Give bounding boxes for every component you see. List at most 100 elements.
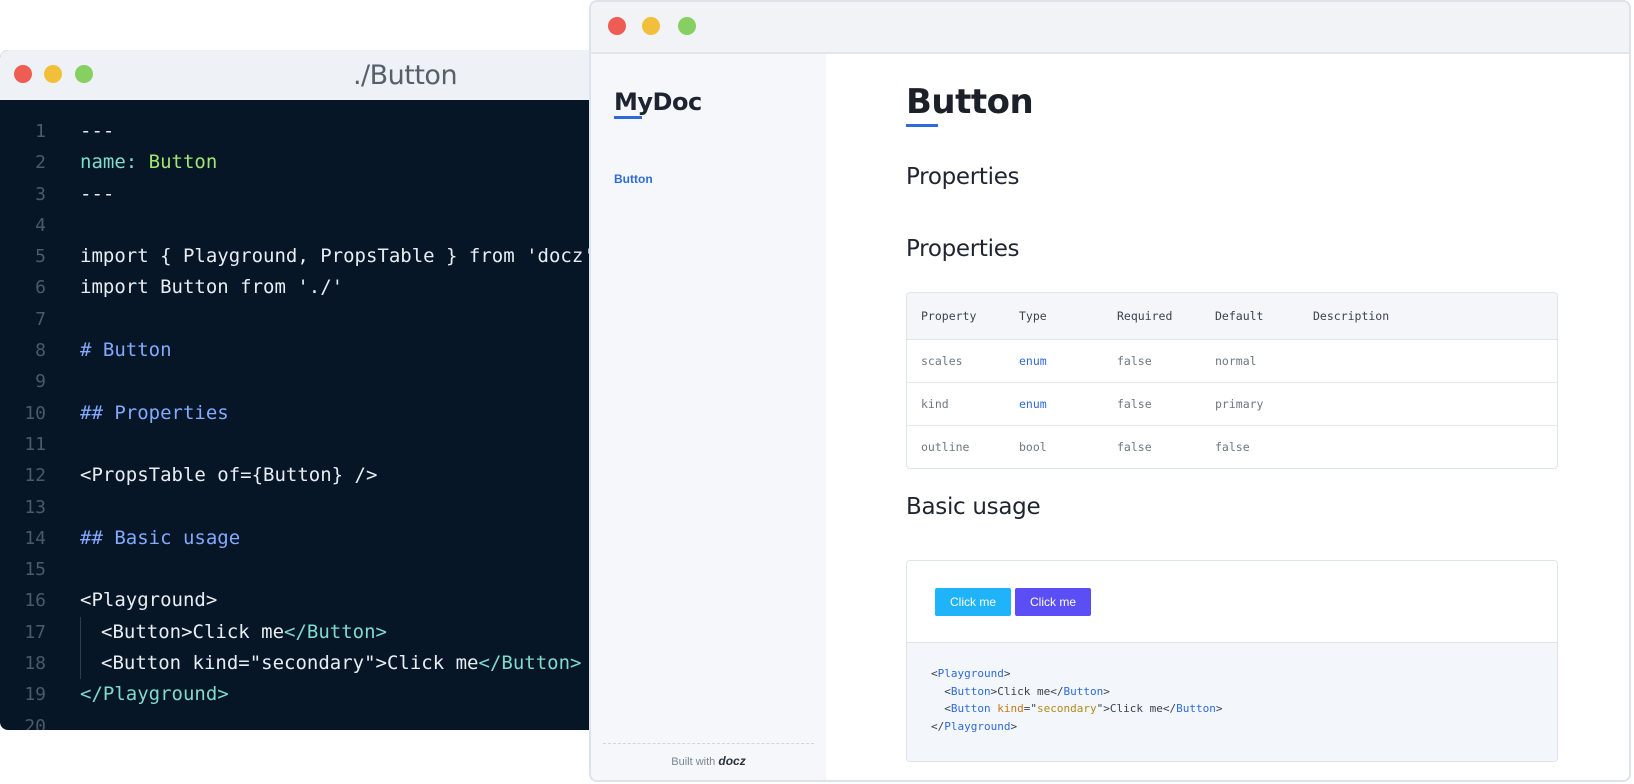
code-token: Playground: [944, 719, 1011, 733]
prop-name: kind: [921, 397, 949, 411]
line-number: 8: [35, 340, 46, 362]
logo-underline: [614, 116, 642, 119]
code-token: <Playground>: [80, 589, 218, 612]
docz-logo[interactable]: docz: [718, 754, 745, 768]
code-line[interactable]: 13: [0, 492, 590, 523]
click-me-button[interactable]: Click me: [935, 588, 1012, 616]
code-token: </Button>: [478, 652, 582, 675]
code-line[interactable]: 9: [0, 366, 590, 397]
code-token: <: [944, 702, 951, 715]
code-token: name:: [80, 151, 149, 174]
line-number: 17: [24, 621, 46, 643]
line-content: ---: [80, 179, 114, 210]
section-heading-properties: Properties: [906, 236, 1020, 262]
prop-type[interactable]: enum: [1019, 383, 1047, 425]
close-window-icon[interactable]: [608, 17, 626, 35]
code-token: <Button kind="secondary">Click me: [101, 652, 479, 675]
code-token: <PropsTable of={Button} />: [80, 464, 378, 487]
docs-main: Button Properties Properties Property Ty…: [826, 54, 1629, 780]
line-content: name: Button: [80, 147, 217, 178]
editor-titlebar: ./Button: [0, 50, 590, 100]
code-token: =": [1023, 702, 1037, 715]
playground-code-line: <Button>Click me</Button>: [931, 685, 1110, 698]
playground-code-editor[interactable]: <Playground> <Button>Click me</Button> <…: [907, 643, 1557, 761]
section-heading-properties: Properties: [906, 164, 1020, 190]
line-number: 10: [24, 402, 46, 424]
playground-preview: Click me Click me: [907, 561, 1557, 643]
column-header-default: Default: [1215, 309, 1264, 323]
line-number: 3: [35, 183, 46, 205]
props-table-header: Property Type Required Default Descripti…: [907, 293, 1557, 340]
code-line[interactable]: 20: [0, 711, 590, 730]
line-number: 9: [35, 371, 46, 393]
line-content: <Button>Click me</Button>: [101, 617, 387, 648]
indent-guide: [80, 648, 81, 680]
line-number: 6: [35, 277, 46, 299]
browser-titlebar: [591, 2, 1629, 54]
code-line[interactable]: 12 <PropsTable of={Button} />: [0, 460, 590, 491]
line-content: <Playground>: [80, 585, 217, 616]
code-line[interactable]: 2 name: Button: [0, 147, 590, 178]
line-content: ## Properties: [80, 398, 229, 429]
code-line[interactable]: 4: [0, 210, 590, 241]
code-line[interactable]: 8 # Button: [0, 335, 590, 366]
code-line[interactable]: 5 import { Playground, PropsTable } from …: [0, 241, 590, 272]
code-line[interactable]: 15: [0, 554, 590, 585]
code-token: import Button from './': [80, 276, 344, 299]
code-line[interactable]: 3 ---: [0, 179, 590, 210]
code-token: Button: [148, 151, 218, 174]
code-token: Button: [1176, 702, 1216, 715]
minimize-window-icon[interactable]: [642, 17, 660, 35]
code-token: kind: [997, 702, 1024, 715]
code-token: <: [944, 684, 951, 698]
line-content: import { Playground, PropsTable } from '…: [80, 241, 590, 272]
code-token: >: [1010, 719, 1018, 733]
code-token: # Button: [80, 339, 172, 362]
line-number: 11: [24, 433, 46, 455]
prop-required: false: [1117, 397, 1152, 411]
code-line[interactable]: 16 <Playground>: [0, 585, 590, 616]
line-number: 2: [35, 152, 46, 174]
code-line[interactable]: 18 <Button kind="secondary">Click me</But…: [0, 648, 590, 680]
line-content: import Button from './': [80, 272, 343, 303]
code-area[interactable]: 1 --- 2 name: Button 3 --- 4 5 import { Playgrou…: [0, 116, 590, 730]
column-header-type: Type: [1019, 309, 1047, 323]
docs-logo[interactable]: MyDoc: [614, 88, 702, 116]
prop-type: bool: [1019, 440, 1047, 454]
code-token: ">Click me</: [1096, 702, 1177, 715]
prop-name: scales: [921, 354, 963, 368]
playground-code-line: <Button kind="secondary">Click me</Butto…: [931, 702, 1222, 715]
section-heading-basic-usage: Basic usage: [906, 494, 1041, 520]
sidebar-item-button[interactable]: Button: [614, 172, 653, 186]
title-underline: [906, 124, 938, 127]
maximize-window-icon[interactable]: [678, 17, 696, 35]
code-token: </Playground>: [80, 683, 229, 706]
column-header-description: Description: [1313, 309, 1390, 323]
page-title: Button: [906, 82, 1034, 122]
browser-window: MyDoc Button Built with docz Button Prop…: [589, 0, 1631, 782]
table-row: outline bool false false: [907, 426, 1557, 468]
code-token: ---: [80, 120, 115, 142]
line-number: 19: [24, 684, 46, 706]
code-token: </Button>: [284, 620, 387, 643]
code-line[interactable]: 17 <Button>Click me</Button>: [0, 616, 590, 649]
line-number: 4: [35, 214, 46, 236]
code-token: Button: [950, 684, 991, 698]
code-line[interactable]: 7: [0, 304, 590, 335]
code-line[interactable]: 14 ## Basic usage: [0, 523, 590, 554]
code-token: import { Playground, PropsTable } from '…: [80, 245, 590, 268]
code-line[interactable]: 10 ## Properties: [0, 398, 590, 429]
code-line[interactable]: 11: [0, 429, 590, 460]
prop-type[interactable]: enum: [1019, 340, 1047, 382]
click-me-secondary-button[interactable]: Click me: [1015, 588, 1092, 616]
code-token: >: [1003, 667, 1011, 680]
sidebar-footer: Built with docz: [603, 743, 814, 780]
code-line[interactable]: 6 import Button from './': [0, 272, 590, 303]
playground-code-line: </Playground>: [931, 720, 1017, 733]
code-line[interactable]: 1 ---: [0, 116, 590, 147]
built-with-text: Built with: [671, 756, 716, 768]
code-token: >: [1103, 684, 1110, 698]
line-content: </Playground>: [80, 679, 229, 710]
code-line[interactable]: 19 </Playground>: [0, 679, 590, 710]
